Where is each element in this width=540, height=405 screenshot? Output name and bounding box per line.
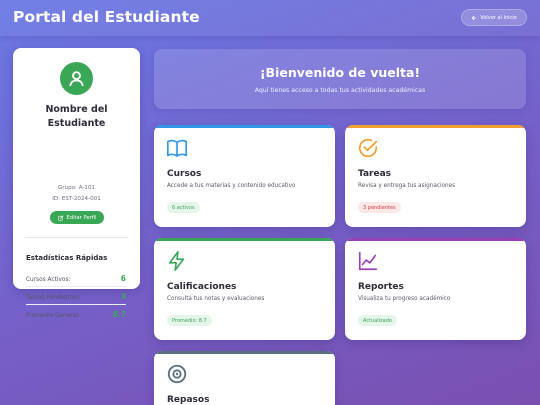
student-name: Nombre del Estudiante bbox=[45, 104, 108, 129]
lightning-icon bbox=[168, 251, 185, 271]
app-title: Portal del Estudiante bbox=[13, 8, 200, 26]
stat-value: 3 bbox=[120, 292, 126, 301]
card-title: Repasos bbox=[167, 395, 210, 405]
stat-label: Cursos Activos: bbox=[26, 277, 71, 283]
card-courses[interactable]: Cursos Accede a tus materias y contenido… bbox=[154, 125, 335, 227]
status-badge: 3 pendientes bbox=[358, 202, 401, 213]
stat-active-courses: Cursos Activos: 6 bbox=[26, 274, 126, 283]
stat-value: 8.7 bbox=[112, 310, 126, 319]
status-badge: 6 activos bbox=[167, 202, 200, 213]
card-description: Accede a tus materias y contenido educat… bbox=[167, 183, 296, 189]
edit-profile-label: Editar Perfil bbox=[66, 214, 97, 221]
top-header: Portal del Estudiante Volver al Inicio bbox=[0, 0, 540, 36]
edit-icon bbox=[57, 215, 63, 221]
card-description: Visualiza tu progreso académico bbox=[358, 296, 451, 302]
stat-pending-tasks: Tareas Pendientes: 3 bbox=[26, 292, 126, 301]
stat-label: Promedio General: bbox=[26, 313, 80, 319]
user-icon bbox=[69, 71, 84, 87]
stat-divider bbox=[26, 286, 126, 287]
status-badge: Actualizado bbox=[358, 315, 397, 326]
welcome-subtitle: Aquí tienes acceso a todas tus actividad… bbox=[254, 87, 426, 94]
card-tasks[interactable]: Tareas Revisa y entrega tus asignaciones… bbox=[345, 125, 526, 227]
edit-profile-button[interactable]: Editar Perfil bbox=[50, 211, 104, 224]
profile-card: Nombre del Estudiante Grupo: A-101 ID: E… bbox=[13, 48, 140, 319]
stat-divider bbox=[26, 304, 126, 305]
card-accent bbox=[345, 125, 526, 128]
student-group: Grupo: A-101 bbox=[57, 185, 96, 191]
card-title: Reportes bbox=[358, 282, 404, 292]
quick-stats-title: Estadísticas Rápidas bbox=[26, 254, 108, 262]
back-button-label: Volver al Inicio bbox=[480, 14, 517, 21]
chart-line-icon bbox=[358, 251, 378, 271]
card-reports[interactable]: Reportes Visualiza tu progreso académico… bbox=[345, 238, 526, 340]
profile-divider bbox=[25, 237, 128, 238]
book-icon bbox=[167, 139, 187, 157]
card-description: Revisa y entrega tus asignaciones bbox=[358, 183, 456, 189]
card-accent bbox=[345, 238, 526, 241]
stat-label: Tareas Pendientes: bbox=[26, 295, 81, 301]
card-title: Cursos bbox=[167, 169, 202, 179]
card-description: Consulta tus notas y evaluaciones bbox=[167, 296, 265, 302]
card-grades[interactable]: Calificaciones Consulta tus notas y eval… bbox=[154, 238, 335, 340]
status-badge: Promedio: 8.7 bbox=[167, 315, 212, 326]
welcome-banner: ¡Bienvenido de vuelta! Aquí tienes acces… bbox=[154, 49, 526, 109]
card-accent bbox=[154, 238, 335, 241]
card-reviews[interactable]: Repasos bbox=[154, 351, 335, 405]
card-title: Calificaciones bbox=[167, 282, 237, 292]
check-circle-icon bbox=[358, 138, 378, 158]
target-icon bbox=[167, 364, 187, 384]
card-accent bbox=[154, 125, 335, 128]
card-accent bbox=[154, 351, 335, 354]
back-to-home-button[interactable]: Volver al Inicio bbox=[461, 9, 527, 26]
stat-value: 6 bbox=[120, 274, 126, 283]
arrow-left-icon bbox=[472, 15, 477, 20]
stat-average: Promedio General: 8.7 bbox=[26, 310, 126, 319]
avatar bbox=[60, 62, 93, 95]
welcome-title: ¡Bienvenido de vuelta! bbox=[259, 65, 421, 80]
card-title: Tareas bbox=[358, 169, 392, 179]
student-id: ID: EST-2024-001 bbox=[52, 196, 101, 202]
